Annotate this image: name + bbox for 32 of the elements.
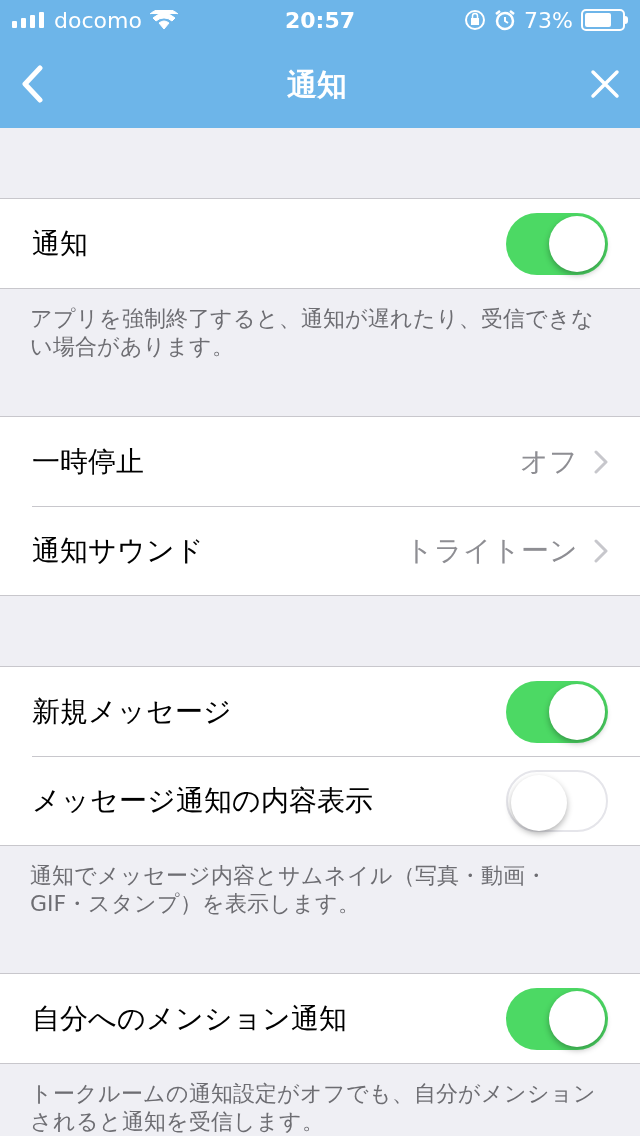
toggle-switch[interactable] (506, 680, 608, 743)
settings-row[interactable]: メッセージ通知の内容表示 (32, 756, 640, 845)
row-label: メッセージ通知の内容表示 (32, 783, 373, 819)
toggle-switch[interactable] (506, 987, 608, 1050)
battery-icon (581, 9, 628, 31)
alarm-icon (494, 9, 517, 31)
section-footer: 通知でメッセージ内容とサムネイル（写真・動画・GIF・スタンプ）を表示します。 (30, 862, 600, 918)
settings-row[interactable]: 通知サウンド トライトーン (32, 506, 640, 595)
row-value: トライトーン (405, 533, 578, 569)
signal-icon (12, 12, 46, 28)
row-label: 通知 (32, 225, 88, 262)
chevron-icon (594, 449, 608, 474)
close-icon[interactable] (590, 69, 620, 99)
toggle-switch[interactable] (506, 770, 608, 832)
row-label: 通知サウンド (32, 533, 204, 569)
toggle-switch[interactable] (506, 212, 608, 275)
carrier-name: docomo (54, 6, 142, 35)
chevron-icon (594, 539, 608, 563)
settings-row[interactable]: 一時停止 オフ (32, 417, 640, 506)
battery-percentage: 73% (524, 6, 573, 35)
screen-title: 通知 (287, 66, 347, 102)
settings-row[interactable]: 新規メッセージ (32, 667, 640, 756)
row-label: 自分へのメンション通知 (32, 1000, 347, 1037)
section-footer: トークルームの通知設定がオフでも、自分がメンションされると通知を受信します。 (30, 1080, 600, 1136)
rotation-lock-icon (464, 9, 487, 31)
section-footer: アプリを強制終了すると、通知が遅れたり、受信できない場合があります。 (30, 305, 600, 361)
row-label: 新規メッセージ (32, 693, 232, 730)
row-label: 一時停止 (32, 443, 144, 480)
back-icon[interactable] (20, 65, 44, 103)
row-value: オフ (520, 443, 578, 480)
status-time: 20:57 (285, 7, 355, 33)
wifi-icon (149, 10, 178, 30)
